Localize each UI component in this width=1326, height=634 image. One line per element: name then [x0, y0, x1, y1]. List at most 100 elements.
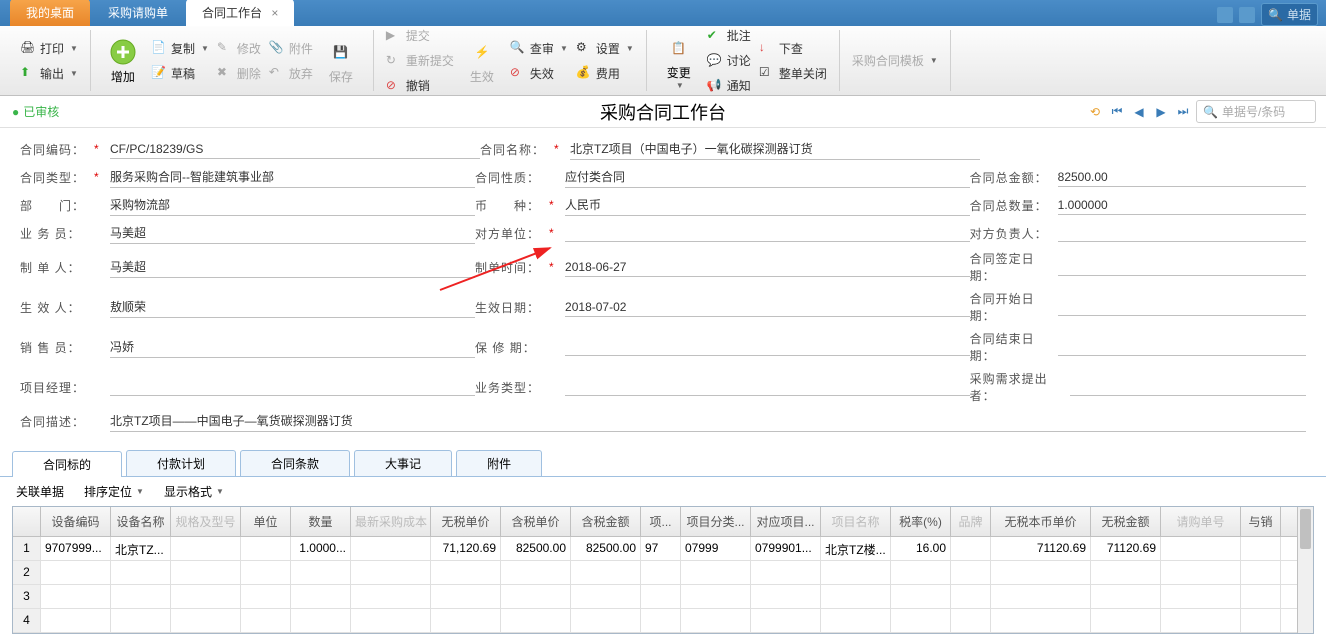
sort-button[interactable]: 排序定位▼ — [84, 483, 144, 500]
field-biz[interactable]: 马美超 — [110, 222, 475, 244]
label-desc: 合同描述： — [20, 413, 88, 430]
field-make-date[interactable]: 2018-06-27 — [565, 258, 970, 277]
col-proj-name[interactable]: 项目名称 — [821, 507, 891, 536]
tab-payment[interactable]: 付款计划 — [126, 450, 236, 476]
discuss-button[interactable]: 💬讨论 — [703, 50, 755, 71]
field-sign-date[interactable] — [1058, 258, 1306, 276]
resubmit-button[interactable]: ↻重新提交 — [382, 50, 458, 71]
field-name[interactable]: 北京TZ项目（中国电子）一氧化碳探测器订货 — [570, 138, 980, 160]
col-tax-amt[interactable]: 含税金额 — [571, 507, 641, 536]
invalid-button[interactable]: ⊘失效 — [506, 63, 572, 84]
table-row[interactable]: 19707999...北京TZ...1.0000...71,120.698250… — [13, 537, 1313, 561]
field-maker[interactable]: 马美超 — [110, 256, 475, 278]
col-unit[interactable]: 单位 — [241, 507, 291, 536]
tab-events[interactable]: 大事记 — [354, 450, 452, 476]
col-tax-price[interactable]: 含税单价 — [501, 507, 571, 536]
approve-note-button[interactable]: ✔批注 — [703, 25, 755, 46]
related-docs-button[interactable]: 关联单据 — [16, 483, 64, 500]
change-button[interactable]: 📋 变更▼ — [655, 28, 703, 94]
field-start-date[interactable] — [1058, 298, 1306, 316]
edit-button[interactable]: ✎修改 — [213, 38, 265, 59]
copy-button[interactable]: 📄复制▼ — [147, 38, 213, 59]
col-qty[interactable]: 数量 — [291, 507, 351, 536]
notify-button[interactable]: 📢通知 — [703, 75, 755, 96]
col-notax-local[interactable]: 无税本币单价 — [991, 507, 1091, 536]
tab-purchase-req[interactable]: 采购请购单 — [92, 0, 184, 26]
fee-button[interactable]: 💰费用 — [572, 63, 638, 84]
review-button[interactable]: 🔍查审▼ — [506, 38, 572, 59]
save-button[interactable]: 💾 保存 — [317, 32, 365, 89]
prev-icon[interactable]: ◀ — [1130, 103, 1148, 121]
abandon-button[interactable]: ↶放弃 — [265, 63, 317, 84]
table-row[interactable]: 2 — [13, 561, 1313, 585]
field-party-owner[interactable] — [1058, 224, 1306, 242]
field-biz-type[interactable] — [565, 378, 970, 396]
tab-attach[interactable]: 附件 — [456, 450, 542, 476]
close-icon[interactable]: × — [271, 6, 278, 20]
review-icon: 🔍 — [510, 40, 526, 56]
field-type[interactable]: 服务采购合同--智能建筑事业部 — [110, 166, 475, 188]
tab-terms[interactable]: 合同条款 — [240, 450, 350, 476]
col-spec[interactable]: 规格及型号 — [171, 507, 241, 536]
template-button[interactable]: 采购合同模板▼ — [848, 50, 942, 71]
col-brand[interactable]: 品牌 — [951, 507, 991, 536]
col-notax-price[interactable]: 无税单价 — [431, 507, 501, 536]
record-search[interactable]: 🔍 单据号/条码 — [1196, 100, 1316, 123]
field-effect-date[interactable]: 2018-07-02 — [565, 298, 970, 317]
col-tax-rate[interactable]: 税率(%) — [891, 507, 951, 536]
col-linked[interactable]: 与销 — [1241, 507, 1281, 536]
refresh-icon[interactable]: ⟲ — [1086, 103, 1104, 121]
effect-button[interactable]: ⚡ 生效 — [458, 32, 506, 89]
field-nature[interactable]: 应付类合同 — [565, 166, 970, 188]
col-proj-class[interactable]: 项目分类... — [681, 507, 751, 536]
col-req-no[interactable]: 请购单号 — [1161, 507, 1241, 536]
delete-button[interactable]: ✖删除 — [213, 63, 265, 84]
vertical-scrollbar[interactable] — [1297, 507, 1313, 633]
attach-button[interactable]: 📎附件 — [265, 38, 317, 59]
field-desc[interactable]: 北京TZ项目——中国电子—氧货碳探测器订货 — [110, 410, 1306, 432]
print-button[interactable]: 🖨打印▼ — [16, 38, 82, 59]
tab-target[interactable]: 合同标的 — [12, 451, 122, 477]
table-row[interactable]: 3 — [13, 585, 1313, 609]
col-latest-cost[interactable]: 最新采购成本 — [351, 507, 431, 536]
last-icon[interactable]: ⏭ — [1174, 103, 1192, 121]
field-requester[interactable] — [1070, 378, 1306, 396]
next-icon[interactable]: ▶ — [1152, 103, 1170, 121]
add-button[interactable]: 增加 — [99, 32, 147, 89]
field-end-date[interactable] — [1058, 338, 1306, 356]
tab-contract-workbench[interactable]: 合同工作台 × — [186, 0, 294, 26]
field-party[interactable] — [565, 224, 970, 242]
revoke-button[interactable]: ⊘撤销 — [382, 75, 458, 96]
field-warranty[interactable] — [565, 338, 970, 356]
drill-button[interactable]: ↓下查 — [755, 38, 831, 59]
col-proj[interactable]: 项... — [641, 507, 681, 536]
field-currency[interactable]: 人民币 — [565, 194, 970, 216]
global-search[interactable]: 🔍 单据 — [1261, 3, 1318, 26]
field-total-amt[interactable]: 82500.00 — [1058, 168, 1306, 187]
settings-button[interactable]: ⚙设置▼ — [572, 38, 638, 59]
label-sign-date: 合同签定日期： — [970, 250, 1058, 284]
col-notax-amt[interactable]: 无税金额 — [1091, 507, 1161, 536]
draft-button[interactable]: 📝草稿 — [147, 63, 213, 84]
search-icon: 🔍 — [1268, 8, 1283, 22]
field-effector[interactable]: 敖顺荣 — [110, 296, 475, 318]
notify-icon: 📢 — [707, 78, 723, 94]
full-close-button[interactable]: ☑整单关闭 — [755, 63, 831, 84]
field-sales[interactable]: 冯娇 — [110, 336, 475, 358]
col-equip-code[interactable]: 设备编码 — [41, 507, 111, 536]
col-equip-name[interactable]: 设备名称 — [111, 507, 171, 536]
table-row[interactable]: 4 — [13, 609, 1313, 633]
field-dept[interactable]: 采购物流部 — [110, 194, 475, 216]
col-proj-ref[interactable]: 对应项目... — [751, 507, 821, 536]
tab-desktop[interactable]: 我的桌面 — [10, 0, 90, 26]
label-requester: 采购需求提出者： — [970, 370, 1070, 404]
field-pm[interactable] — [110, 378, 475, 396]
submit-button[interactable]: ▶提交 — [382, 25, 458, 46]
field-code[interactable]: CF/PC/18239/GS — [110, 140, 480, 159]
first-icon[interactable]: ⏮ — [1108, 103, 1126, 121]
help-icon[interactable] — [1217, 7, 1233, 23]
field-total-qty[interactable]: 1.000000 — [1058, 196, 1306, 215]
format-button[interactable]: 显示格式▼ — [164, 483, 224, 500]
info-icon[interactable] — [1239, 7, 1255, 23]
output-button[interactable]: ⬆输出▼ — [16, 63, 82, 84]
